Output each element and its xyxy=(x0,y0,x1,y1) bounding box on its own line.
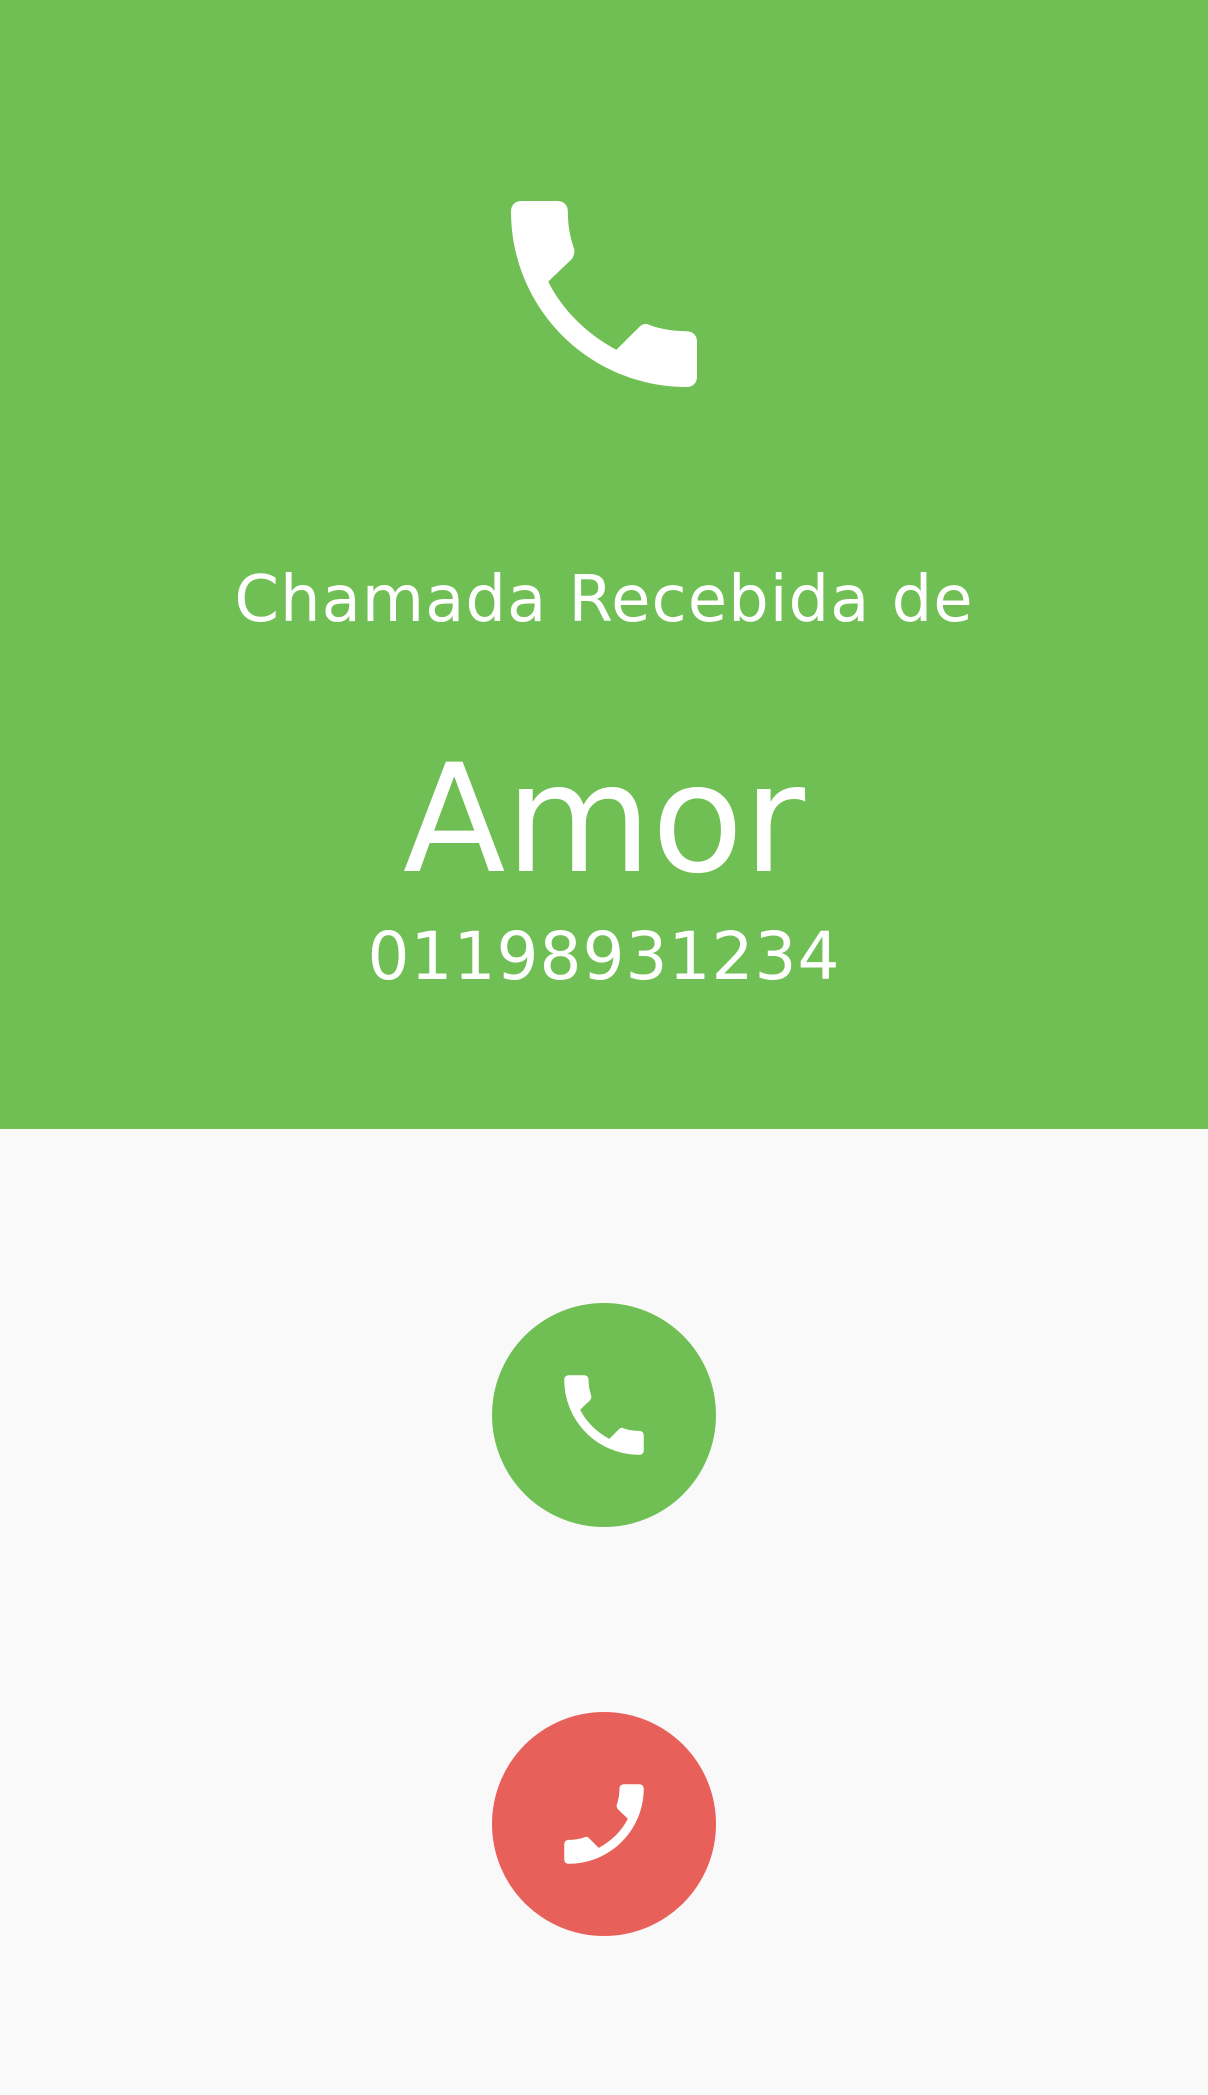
caller-number: 01198931234 xyxy=(367,918,841,995)
reject-call-button[interactable] xyxy=(492,1712,716,1936)
incoming-call-caption: Chamada Recebida de xyxy=(234,563,974,637)
phone-icon xyxy=(551,1362,657,1468)
accept-call-button[interactable] xyxy=(492,1303,716,1527)
phone-icon xyxy=(551,1771,657,1877)
call-header: Chamada Recebida de Amor 01198931234 xyxy=(0,0,1208,1129)
caller-name: Amor xyxy=(402,733,806,907)
phone-icon xyxy=(480,170,728,418)
